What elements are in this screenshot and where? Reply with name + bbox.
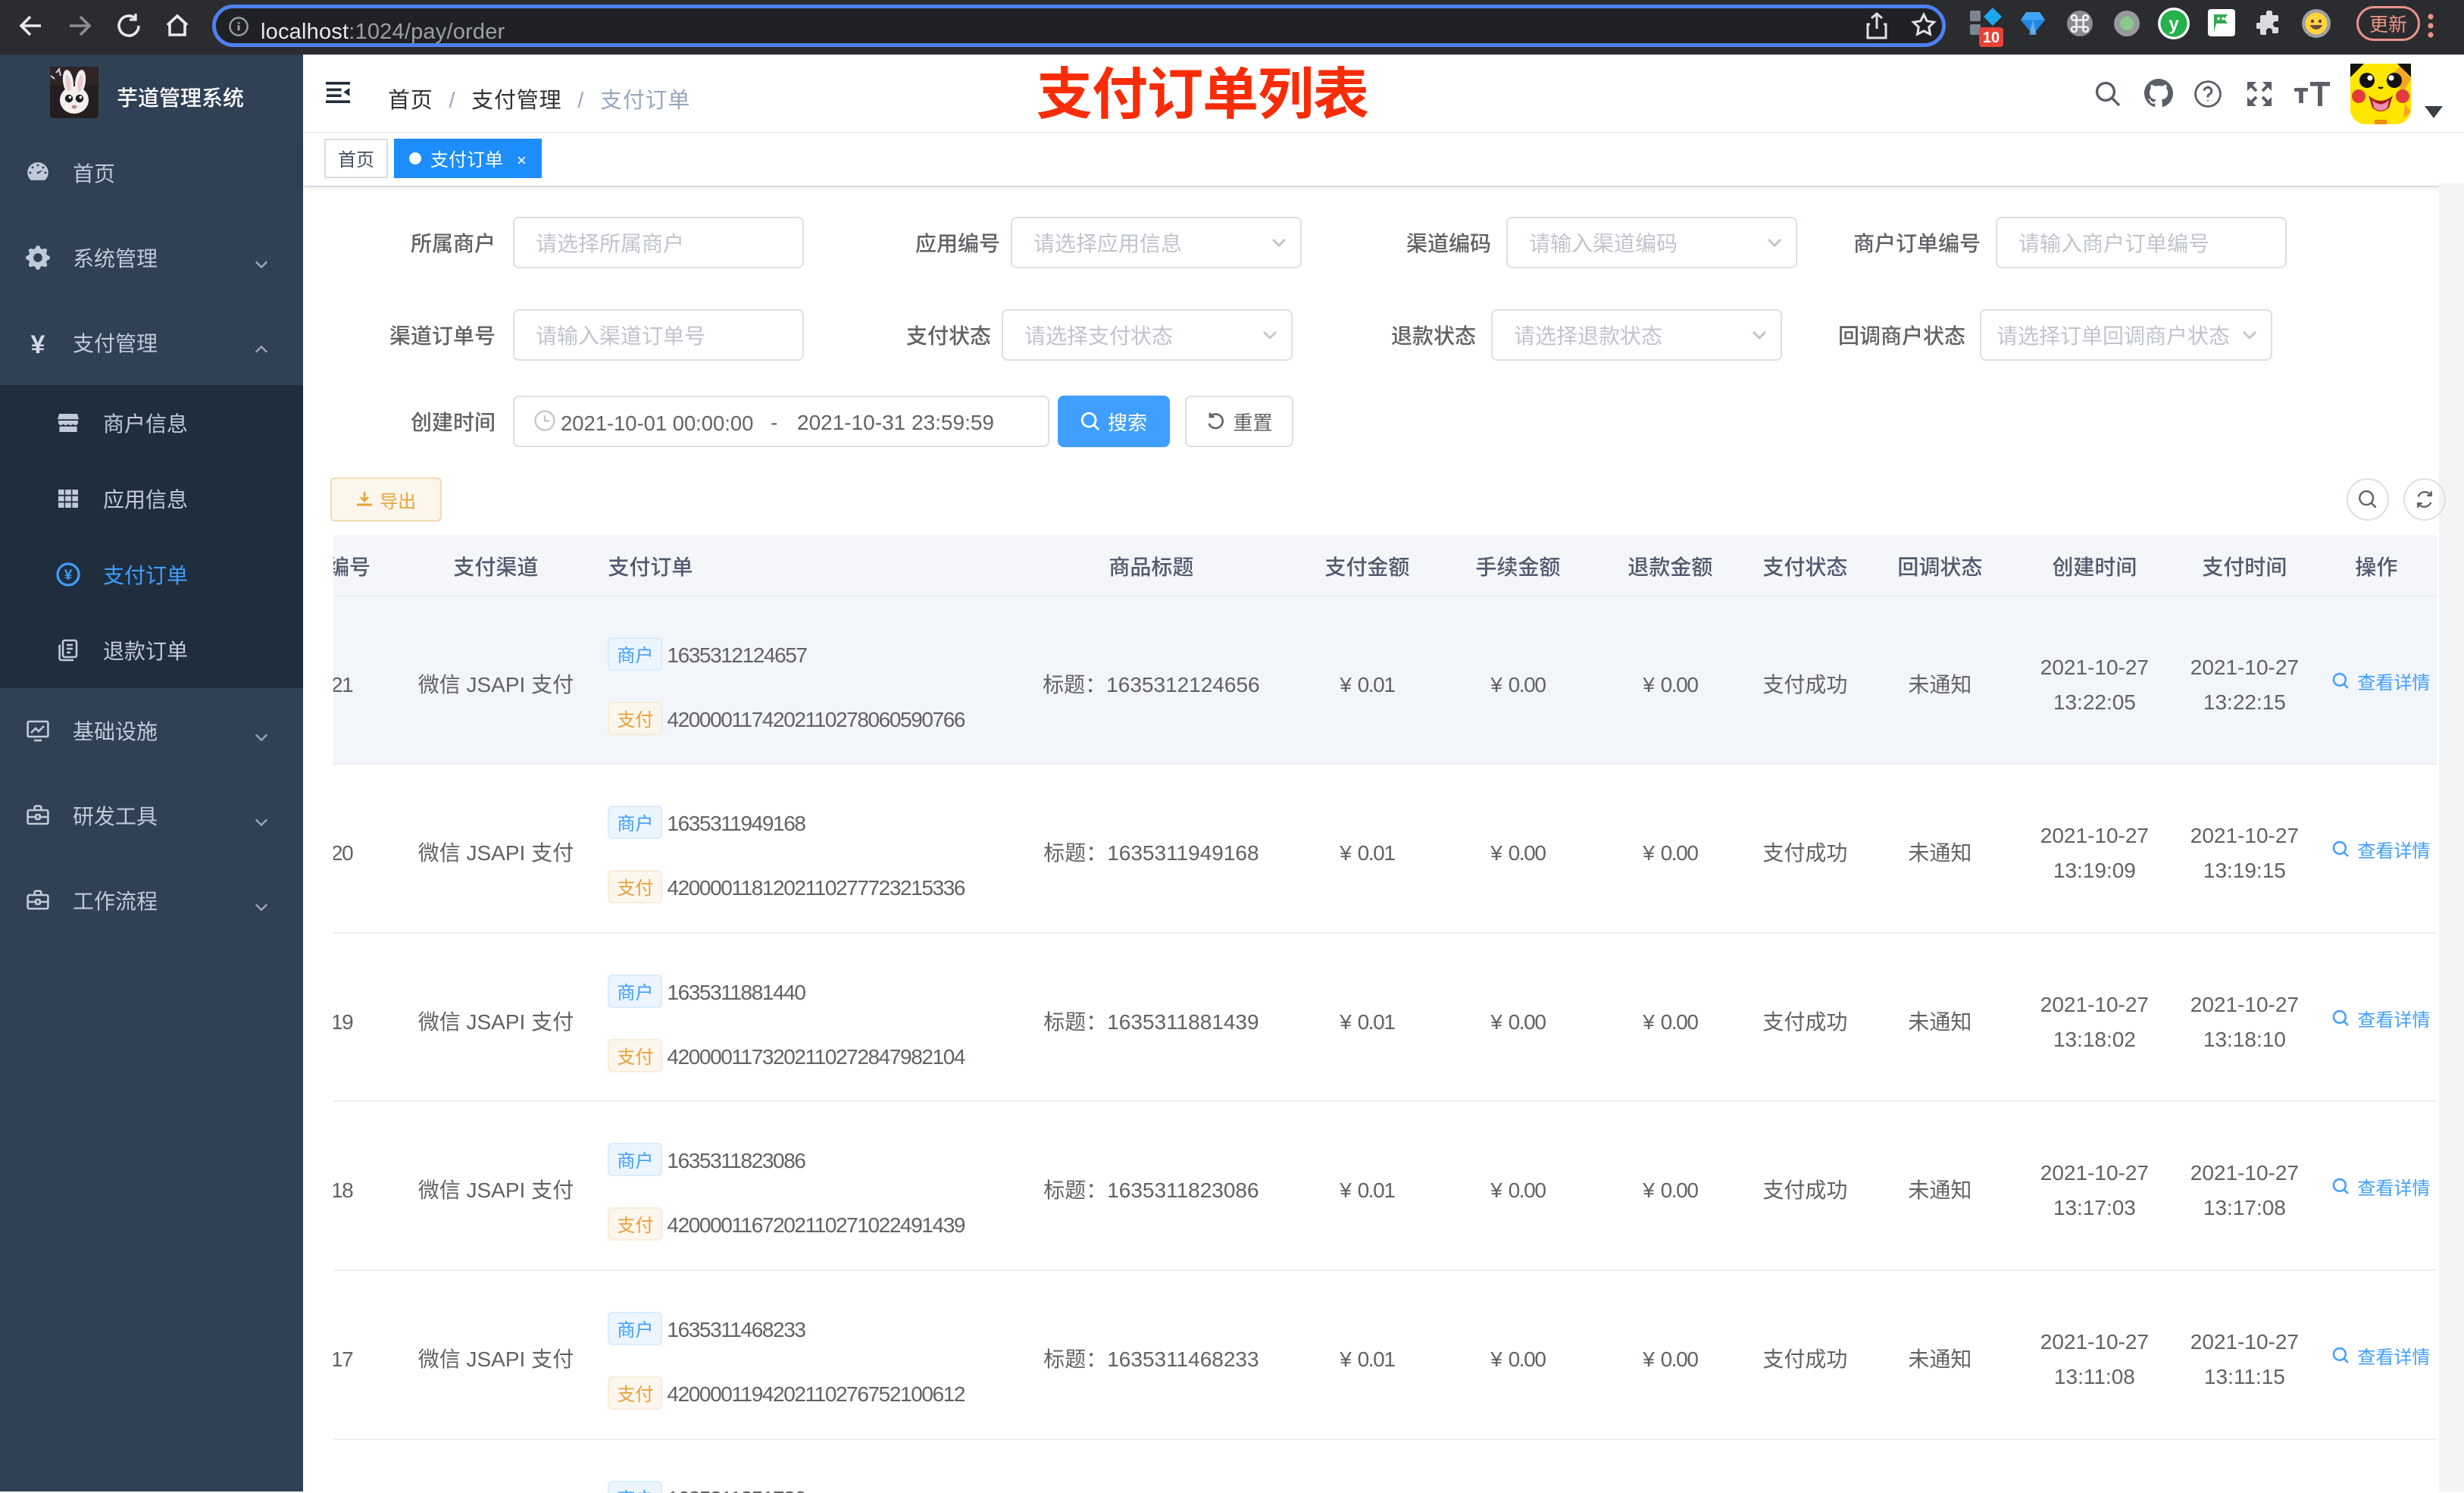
svg-text:¥: ¥ [64, 568, 73, 584]
svg-text:y: y [2169, 14, 2179, 35]
svg-text:10: 10 [1983, 30, 2000, 46]
